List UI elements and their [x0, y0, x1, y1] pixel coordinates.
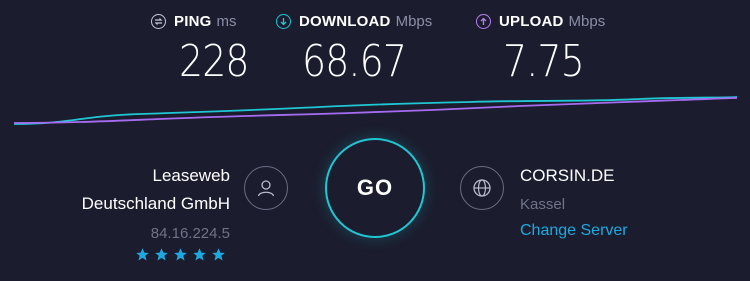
isp-name-line1: Leaseweb [152, 166, 230, 185]
ping-label: PING [174, 12, 212, 30]
go-label: GO [356, 175, 394, 200]
user-icon [257, 180, 275, 197]
download-value: 68.67 [302, 36, 407, 87]
upload-unit: Mbps [568, 12, 606, 30]
ping-metric: PING ms 228 [151, 8, 250, 87]
speed-graph [13, 96, 738, 125]
star-icon [174, 248, 187, 261]
star-icon [155, 248, 168, 261]
upload-metric: UPLOAD Mbps 7.75 [476, 8, 605, 87]
star-icon [136, 248, 149, 261]
globe-icon [473, 179, 491, 197]
download-unit: Mbps [395, 12, 433, 30]
server-location: Kassel [520, 196, 566, 213]
download-arrow-icon [276, 13, 291, 29]
upload-value: 7.75 [503, 36, 585, 87]
star-icon [193, 248, 206, 261]
server-globe-button[interactable] [460, 166, 504, 210]
upload-arrow-icon [476, 13, 491, 29]
change-server-link[interactable]: Change Server [520, 222, 628, 240]
go-button[interactable]: GO [325, 138, 425, 238]
upload-header: UPLOAD Mbps [476, 8, 605, 34]
download-metric: DOWNLOAD Mbps 68.67 [276, 8, 432, 87]
isp-user-button[interactable] [244, 166, 288, 210]
ping-unit: ms [216, 12, 237, 30]
isp-ip: 84.16.224.5 [150, 225, 230, 242]
isp-rating [135, 247, 226, 262]
ping-icon [151, 13, 166, 29]
upload-graph-line [13, 97, 738, 124]
ping-header: PING ms [151, 8, 236, 34]
upload-label: UPLOAD [499, 12, 564, 30]
download-header: DOWNLOAD Mbps [276, 8, 432, 34]
download-label: DOWNLOAD [299, 12, 391, 30]
ping-value: 228 [179, 36, 250, 87]
star-icon [212, 248, 225, 261]
isp-name-line2: Deutschland GmbH [81, 194, 230, 213]
server-name: CORSIN.DE [520, 166, 615, 185]
